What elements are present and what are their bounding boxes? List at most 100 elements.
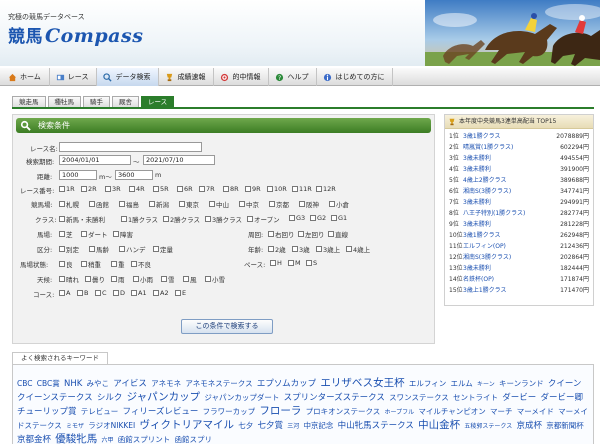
class-1win-checkbox[interactable] xyxy=(121,216,127,222)
pace-middle-checkbox[interactable] xyxy=(288,260,294,266)
keyword-link[interactable]: フィリーズレビュー xyxy=(122,407,198,417)
condition-good[interactable]: 良 xyxy=(59,259,73,269)
ranking-race-link[interactable]: 名鉄杯(OP) xyxy=(463,275,547,285)
race-number-4r-checkbox[interactable] xyxy=(129,186,135,192)
age-2yo[interactable]: 2歳 xyxy=(268,244,286,254)
distance-from-input[interactable]: 1000 xyxy=(59,170,97,180)
weather-rain[interactable]: 雨 xyxy=(111,274,125,284)
corner-e-checkbox[interactable] xyxy=(175,290,181,296)
keyword-link[interactable]: アネモネステークス xyxy=(185,379,252,388)
race-number-7r-checkbox[interactable] xyxy=(199,186,205,192)
turn-left[interactable]: 左回り xyxy=(298,229,325,239)
course-hanshin[interactable]: 阪神 xyxy=(299,199,319,209)
race-number-8r-checkbox[interactable] xyxy=(223,186,229,192)
corner-b-checkbox[interactable] xyxy=(77,290,83,296)
keyword-link[interactable]: クイーン xyxy=(548,379,582,389)
ranking-race-link[interactable]: 3歳未勝利 xyxy=(463,264,547,274)
weather-snow[interactable]: 雪 xyxy=(161,274,175,284)
keyword-link[interactable]: ジャパンカップダート xyxy=(204,393,279,402)
race-number-10r-checkbox[interactable] xyxy=(267,186,273,192)
corner-a2[interactable]: A2 xyxy=(153,289,169,297)
surface-jump-checkbox[interactable] xyxy=(113,231,119,237)
pace-slow[interactable]: S xyxy=(306,259,317,267)
race-number-5r-checkbox[interactable] xyxy=(153,186,159,192)
keyword-link[interactable]: エプソムカップ xyxy=(257,379,316,389)
race-number-6r-checkbox[interactable] xyxy=(177,186,183,192)
class-maiden-checkbox[interactable] xyxy=(59,216,65,222)
keyword-link[interactable]: ヴィクトリアマイル xyxy=(139,419,234,431)
race-number-12r-checkbox[interactable] xyxy=(316,186,322,192)
keyword-link[interactable]: 中山金杯 xyxy=(418,419,460,431)
race-number-11r[interactable]: 11R xyxy=(292,185,312,193)
weather-snow-checkbox[interactable] xyxy=(161,276,167,282)
weather-cloudy[interactable]: 曇り xyxy=(85,274,105,284)
course-fukushima-checkbox[interactable] xyxy=(119,201,125,207)
race-number-6r[interactable]: 6R xyxy=(177,185,193,193)
race-number-1r[interactable]: 1R xyxy=(59,185,75,193)
class-g1[interactable]: G1 xyxy=(331,214,347,222)
class-g3-checkbox[interactable] xyxy=(289,215,295,221)
corner-a[interactable]: A xyxy=(59,289,70,297)
keyword-link[interactable]: 六甲 xyxy=(101,437,113,444)
corner-a-checkbox[interactable] xyxy=(59,290,65,296)
keyword-link[interactable]: エルフィン xyxy=(409,379,446,388)
course-kokura[interactable]: 小倉 xyxy=(329,199,349,209)
keyword-link[interactable]: ホープフル xyxy=(384,409,414,416)
keyword-link[interactable]: エルム xyxy=(450,379,472,388)
ranking-race-link[interactable]: 八王子特別(1勝クラス) xyxy=(463,209,547,219)
keyword-link[interactable]: クイーンステークス xyxy=(17,393,93,403)
class-maiden[interactable]: 新馬・未勝利 xyxy=(59,214,105,224)
age-2yo-checkbox[interactable] xyxy=(268,246,274,252)
race-number-2r[interactable]: 2R xyxy=(81,185,97,193)
age-4yo-up-checkbox[interactable] xyxy=(346,246,352,252)
race-number-4r[interactable]: 4R xyxy=(129,185,145,193)
weather-light-snow-checkbox[interactable] xyxy=(205,276,211,282)
keyword-link[interactable]: 中京記念 xyxy=(303,421,333,430)
condition-bad[interactable]: 不良 xyxy=(131,259,151,269)
keyword-link[interactable]: セントライト xyxy=(453,393,498,402)
age-3yo-up[interactable]: 3歳上 xyxy=(316,244,340,254)
keyword-link[interactable]: エリザベス女王杯 xyxy=(320,377,404,389)
ranking-race-link[interactable]: 湘南S(3勝クラス) xyxy=(463,187,547,197)
ranking-race-link[interactable]: 3歳上1勝クラス xyxy=(463,286,547,296)
class-3win[interactable]: 3勝クラス xyxy=(205,214,242,224)
pace-high-checkbox[interactable] xyxy=(270,260,276,266)
nav-help[interactable]: ? ヘルプ xyxy=(269,68,318,86)
surface-turf[interactable]: 芝 xyxy=(59,229,73,239)
pace-slow-checkbox[interactable] xyxy=(306,260,312,266)
ranking-race-link[interactable]: 3歳1勝クラス xyxy=(463,231,547,241)
corner-c-checkbox[interactable] xyxy=(95,290,101,296)
keyword-link[interactable]: フローラ xyxy=(259,405,301,417)
turn-right[interactable]: 右回り xyxy=(268,229,295,239)
class-3win-checkbox[interactable] xyxy=(205,216,211,222)
keyword-link[interactable]: 函館スプリント xyxy=(118,435,171,444)
keyword-link[interactable]: ミモザ xyxy=(66,423,84,430)
class-open[interactable]: オープン xyxy=(247,214,280,224)
division-handicap[interactable]: ハンデ xyxy=(119,244,146,254)
condition-bad-checkbox[interactable] xyxy=(131,261,137,267)
race-number-5r[interactable]: 5R xyxy=(153,185,169,193)
turn-straight[interactable]: 直線 xyxy=(328,229,348,239)
keyword-link[interactable]: キーンランド xyxy=(499,379,544,388)
race-name-input[interactable] xyxy=(59,142,202,152)
ranking-race-link[interactable]: 3歳1勝クラス xyxy=(463,132,547,142)
course-sapporo-checkbox[interactable] xyxy=(59,201,65,207)
race-number-2r-checkbox[interactable] xyxy=(81,186,87,192)
keyword-link[interactable]: CBC賞 xyxy=(37,379,60,388)
corner-a1-checkbox[interactable] xyxy=(131,290,137,296)
class-open-checkbox[interactable] xyxy=(247,216,253,222)
weather-rain-checkbox[interactable] xyxy=(111,276,117,282)
class-g1-checkbox[interactable] xyxy=(331,215,337,221)
race-number-12r[interactable]: 12R xyxy=(316,185,336,193)
surface-jump[interactable]: 障害 xyxy=(113,229,133,239)
surface-dirt[interactable]: ダート xyxy=(81,229,108,239)
keyword-link[interactable]: 五稜郭ステークス xyxy=(464,423,512,430)
course-kyoto[interactable]: 京都 xyxy=(269,199,289,209)
keyword-link[interactable]: プロキオンステークス xyxy=(306,407,381,416)
race-number-3r[interactable]: 3R xyxy=(105,185,121,193)
keyword-link[interactable]: 京成杯 xyxy=(516,421,542,431)
course-hakodate-checkbox[interactable] xyxy=(89,201,95,207)
class-2win-checkbox[interactable] xyxy=(163,216,169,222)
course-kyoto-checkbox[interactable] xyxy=(269,201,275,207)
course-nakayama[interactable]: 中山 xyxy=(209,199,229,209)
